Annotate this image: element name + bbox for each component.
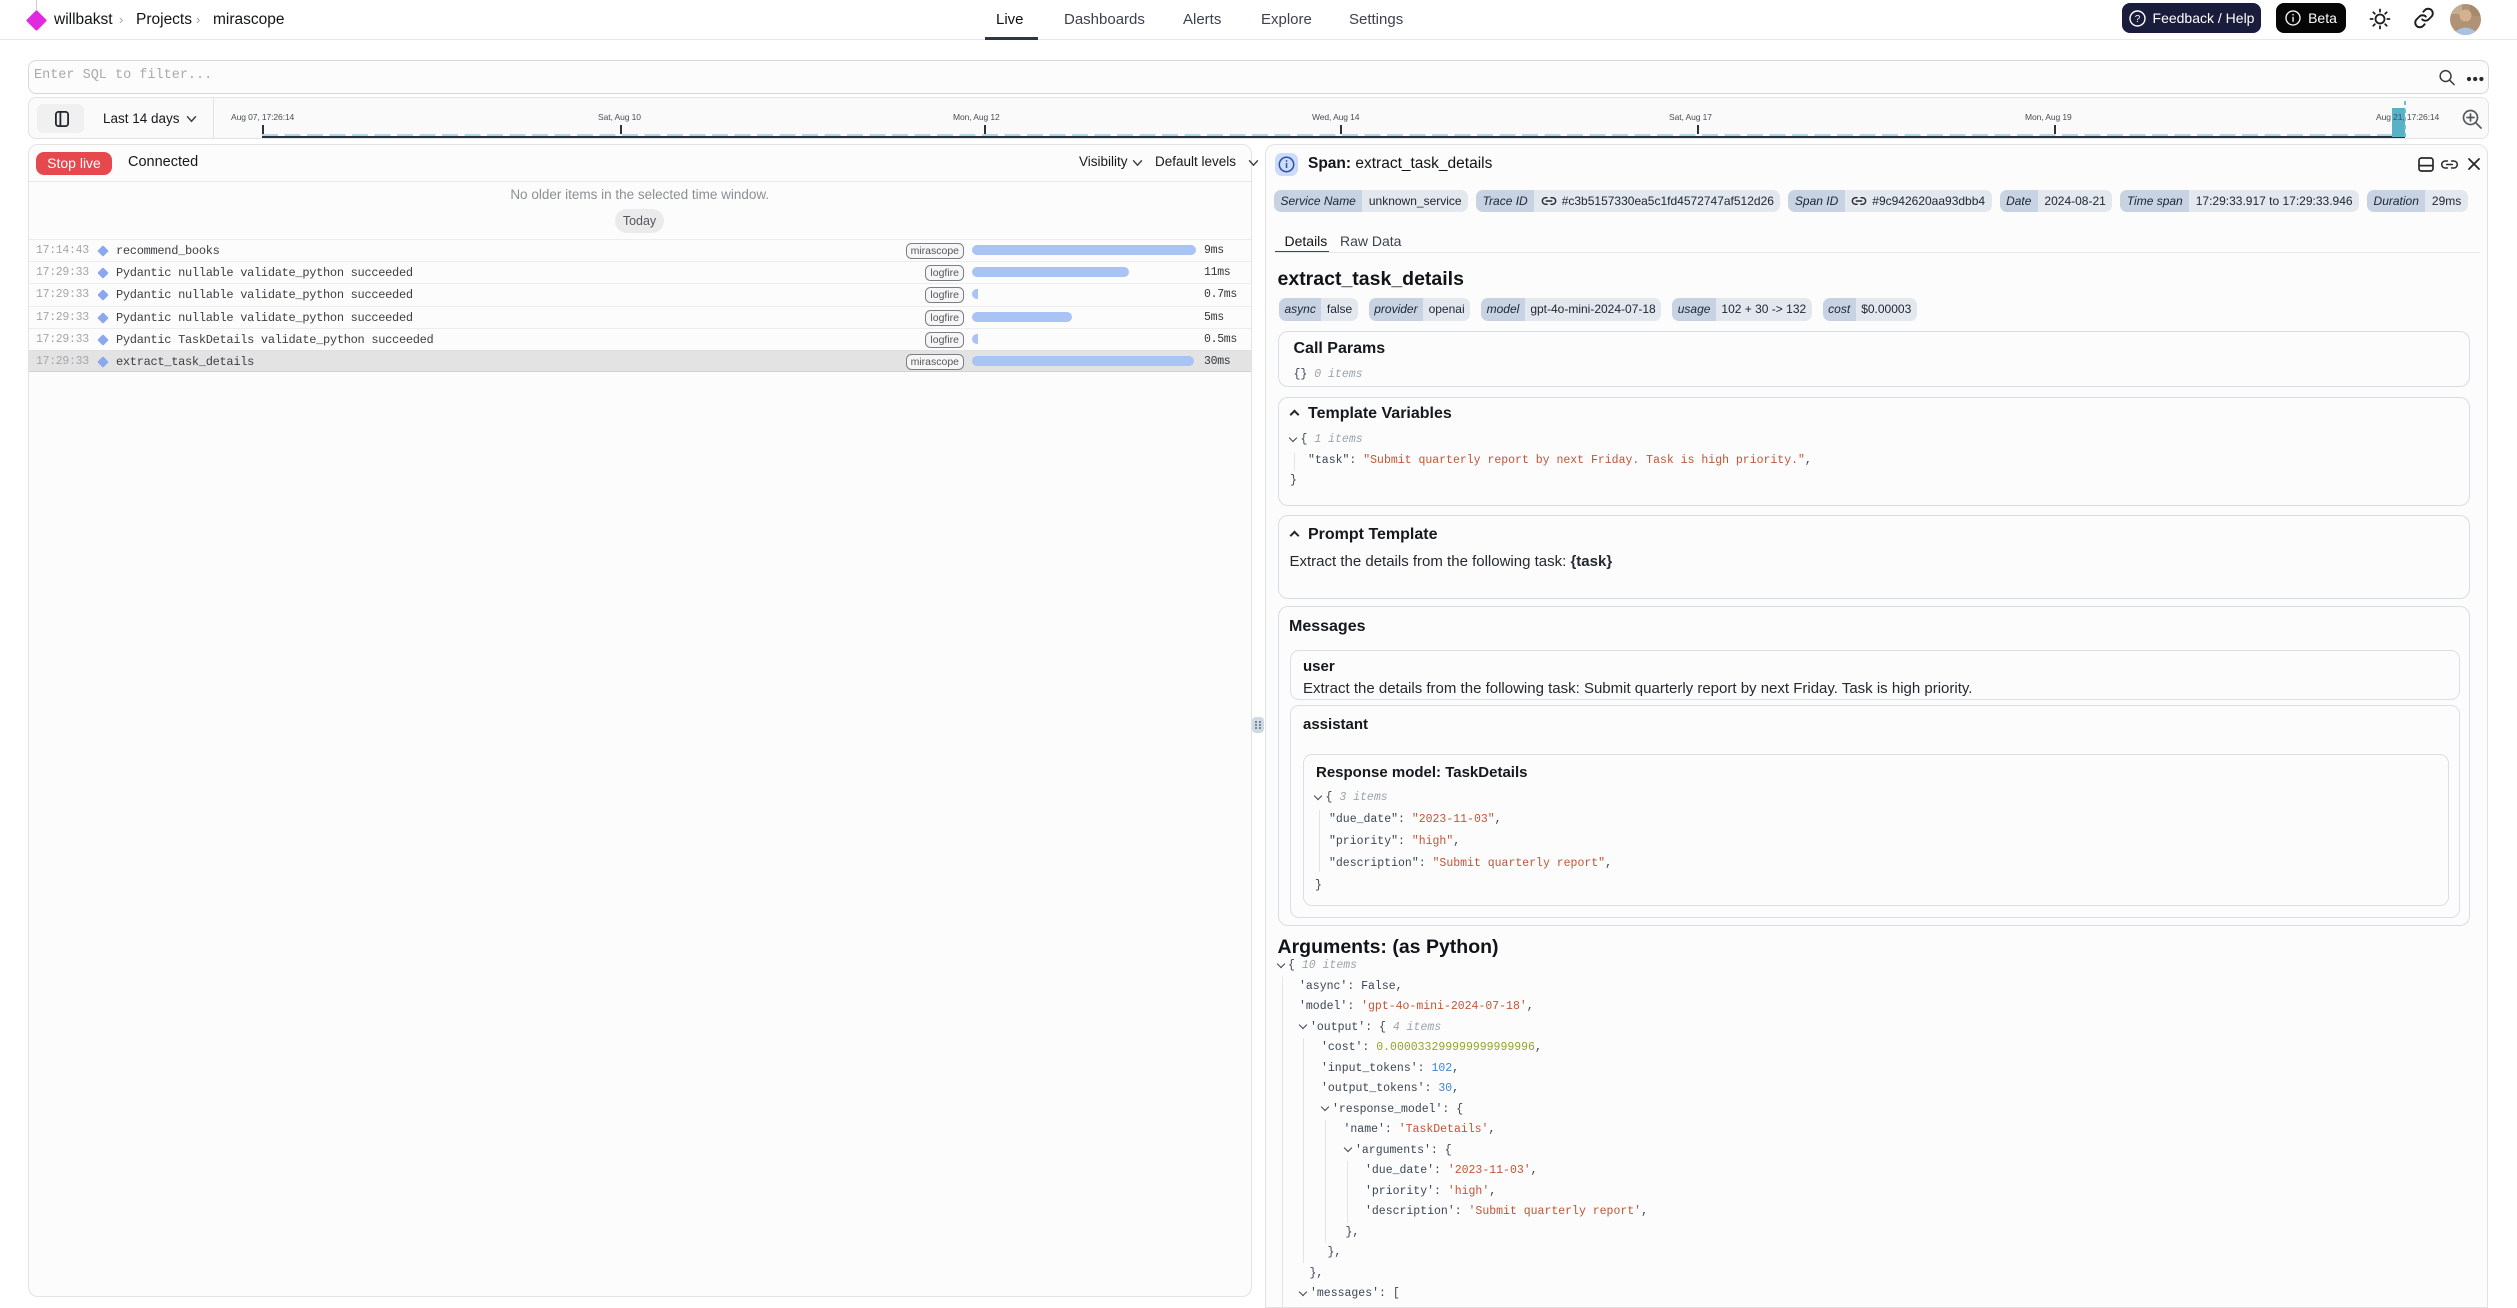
svg-text:?: ? [2134,14,2140,25]
